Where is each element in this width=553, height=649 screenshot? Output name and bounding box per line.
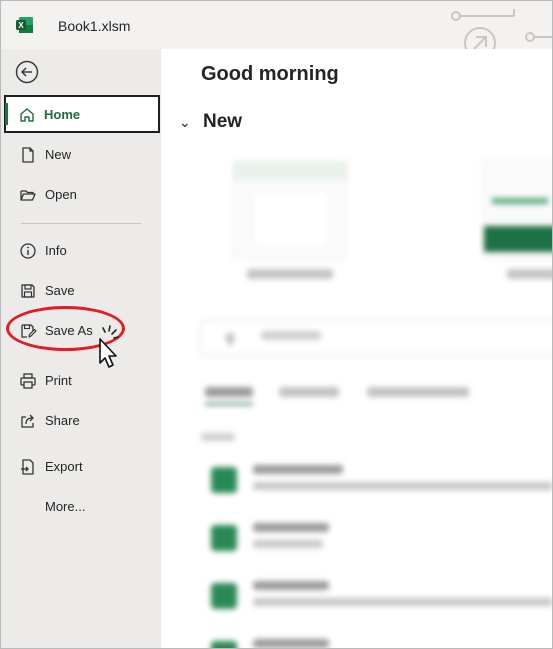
backstage-main: Good morning ⌄ New ⚲ <box>161 49 552 648</box>
excel-backstage-window: X Book1.xlsm Home New Open Info Save Sav… <box>0 0 553 649</box>
share-icon <box>21 414 34 428</box>
list-item[interactable] <box>203 633 552 648</box>
sidebar-item-label: Export <box>45 459 83 474</box>
sidebar-item-label: Home <box>44 107 81 122</box>
svg-text:X: X <box>18 21 24 30</box>
sidebar-item-label: Print <box>45 373 72 388</box>
back-arrow-icon[interactable] <box>15 60 39 84</box>
file-name-placeholder <box>253 523 329 532</box>
sidebar-item-print[interactable]: Print <box>5 362 159 400</box>
sidebar-item-label: Share <box>45 413 80 428</box>
backstage-sidebar: Home New Open Info Save Save As Print Sh… <box>1 49 161 648</box>
file-name-placeholder <box>253 465 343 474</box>
new-section-label: New <box>203 111 243 132</box>
chevron-down-icon: ⌄ <box>179 114 191 130</box>
save-icon <box>21 284 35 298</box>
export-icon <box>21 459 34 475</box>
sidebar-item-export[interactable]: Export <box>5 448 159 486</box>
excel-file-icon <box>211 641 237 648</box>
new-section-heading[interactable]: ⌄ New <box>179 111 242 133</box>
tab-shared[interactable] <box>367 387 469 397</box>
list-item[interactable] <box>203 459 552 505</box>
greeting-heading: Good morning <box>201 63 339 85</box>
home-icon <box>20 108 34 122</box>
template-label-placeholder <box>247 269 333 279</box>
sidebar-item-label: Save <box>45 283 75 298</box>
search-box[interactable]: ⚲ <box>201 321 552 355</box>
mouse-pointer-icon <box>99 325 119 368</box>
info-icon <box>20 243 36 259</box>
sidebar-item-new[interactable]: New <box>5 136 159 174</box>
search-placeholder <box>261 331 321 340</box>
search-icon: ⚲ <box>225 331 236 347</box>
sidebar-item-label: More... <box>45 499 86 514</box>
sidebar-divider <box>21 223 141 224</box>
sidebar-item-label: Info <box>45 243 67 258</box>
list-section-label <box>201 433 235 441</box>
window-title: Book1.xlsm <box>58 18 131 34</box>
list-item[interactable] <box>203 575 552 621</box>
title-bar: X Book1.xlsm <box>1 1 552 59</box>
excel-file-icon <box>211 525 237 551</box>
open-folder-icon <box>20 190 36 201</box>
sidebar-item-info[interactable]: Info <box>5 232 159 270</box>
sidebar-item-label: New <box>45 147 72 162</box>
excel-file-icon <box>211 467 237 493</box>
excel-logo-icon: X <box>16 17 33 33</box>
print-icon <box>20 373 36 389</box>
excel-file-icon <box>211 583 237 609</box>
new-document-icon <box>22 147 34 163</box>
file-name-placeholder <box>253 639 329 648</box>
sidebar-item-share[interactable]: Share <box>5 402 159 440</box>
sidebar-item-more[interactable]: More... <box>5 488 159 526</box>
template-label-placeholder <box>507 269 552 279</box>
file-meta-placeholder <box>253 598 552 606</box>
file-name-placeholder <box>253 581 329 590</box>
file-meta-placeholder <box>253 482 552 490</box>
list-item[interactable] <box>203 517 552 563</box>
sidebar-item-save[interactable]: Save <box>5 272 159 310</box>
sidebar-item-label: Open <box>45 187 77 202</box>
tab-recent[interactable] <box>205 387 253 405</box>
blank-workbook-template[interactable] <box>233 161 347 259</box>
file-meta-placeholder <box>253 540 323 548</box>
template-thumbnail[interactable] <box>483 161 552 259</box>
tab-favorites[interactable] <box>279 387 339 397</box>
sidebar-item-open[interactable]: Open <box>5 176 159 214</box>
sidebar-item-home[interactable]: Home <box>4 95 160 133</box>
